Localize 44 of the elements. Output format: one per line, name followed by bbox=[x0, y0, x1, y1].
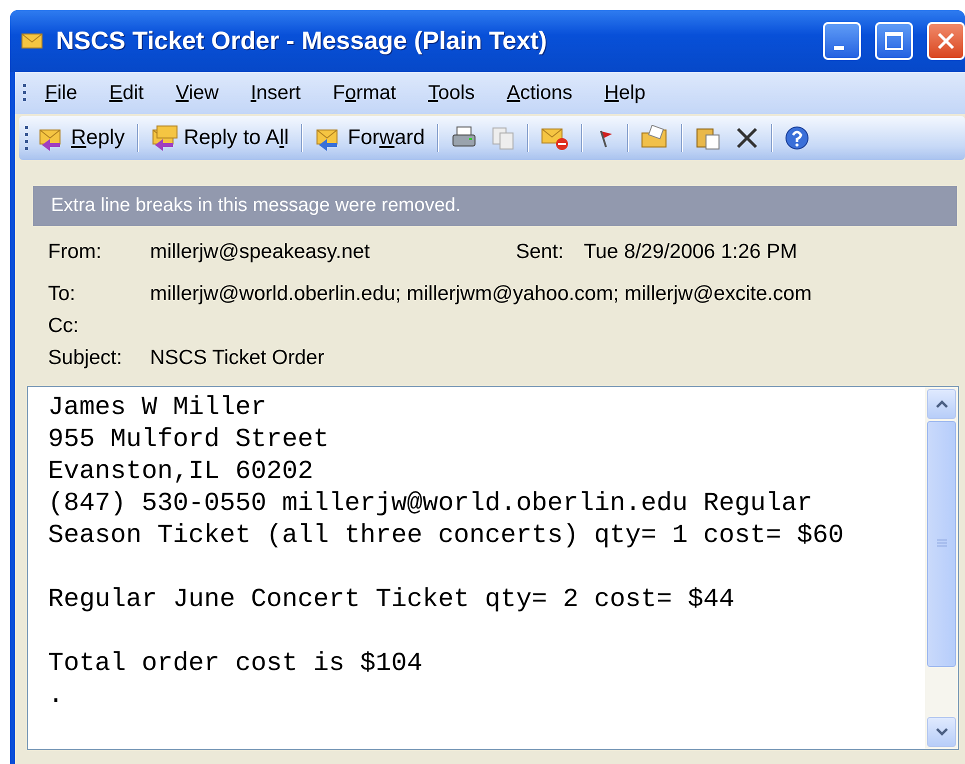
message-line: Regular June Concert Ticket qty= 2 cost= $44 bbox=[48, 583, 736, 615]
menu-item[interactable]: Format bbox=[318, 80, 410, 106]
grip-icon bbox=[25, 126, 29, 150]
close-icon bbox=[936, 31, 956, 51]
chevron-up-icon bbox=[934, 399, 948, 409]
close-button[interactable] bbox=[927, 22, 965, 60]
menu-item[interactable]: Tools bbox=[414, 80, 489, 106]
field-label: Subject: bbox=[48, 345, 124, 371]
sender-address: millerjw@speakeasy.net bbox=[150, 239, 370, 265]
menu-item[interactable]: Help bbox=[590, 80, 660, 106]
message-line: (847) 530-0550 millerjw@world.oberlin.edu Regular bbox=[48, 487, 814, 519]
field-label: To: bbox=[48, 281, 76, 307]
recipient-list: millerjw@world.oberlin.edu; millerjwm@yahoo.com; millerjw@excite.com bbox=[150, 278, 965, 310]
scroll-down-button[interactable] bbox=[927, 717, 956, 747]
maximize-button[interactable] bbox=[875, 22, 913, 60]
menu-item[interactable]: Edit bbox=[95, 80, 158, 106]
scrollbar-thumb[interactable] bbox=[927, 421, 956, 667]
maximize-icon bbox=[884, 31, 904, 51]
scroll-up-button[interactable] bbox=[927, 389, 956, 419]
menu-item[interactable]: Insert bbox=[236, 80, 315, 106]
menu-item[interactable]: Actions bbox=[492, 80, 586, 106]
field-label: Cc: bbox=[48, 313, 80, 339]
message-line: Total order cost is $104 bbox=[48, 647, 424, 679]
menu-item[interactable]: File bbox=[31, 80, 92, 106]
message-line: James W Miller bbox=[48, 391, 268, 423]
minimize-button[interactable] bbox=[823, 22, 861, 60]
subject-text: NSCS Ticket Order bbox=[150, 345, 326, 371]
message-line: 955 Mulford Street bbox=[48, 423, 330, 455]
menu-item[interactable]: View bbox=[162, 80, 233, 106]
minimize-icon bbox=[834, 46, 844, 50]
message-line: Evanston,IL 60202 bbox=[48, 455, 314, 487]
reply-button[interactable]: Reply bbox=[33, 123, 130, 153]
message-line: . bbox=[48, 679, 65, 711]
chevron-down-icon bbox=[934, 727, 948, 737]
info-bar: Extra line breaks in this message were removed. bbox=[33, 186, 957, 226]
reply-all-button[interactable]: Reply to All bbox=[146, 123, 294, 153]
message-line: Season Ticket (all three concerts) qty= 1 cost= $60 bbox=[48, 519, 845, 551]
sent-date: Tue 8/29/2006 1:26 PM bbox=[584, 239, 798, 265]
forward-button[interactable]: Forward bbox=[310, 123, 430, 153]
message-body[interactable] bbox=[27, 386, 959, 750]
field-label: Sent: bbox=[516, 239, 564, 265]
grip-icon bbox=[23, 84, 27, 102]
window-title: NSCS Ticket Order - Message (Plain Text) bbox=[56, 26, 548, 56]
field-label: From: bbox=[48, 239, 103, 265]
